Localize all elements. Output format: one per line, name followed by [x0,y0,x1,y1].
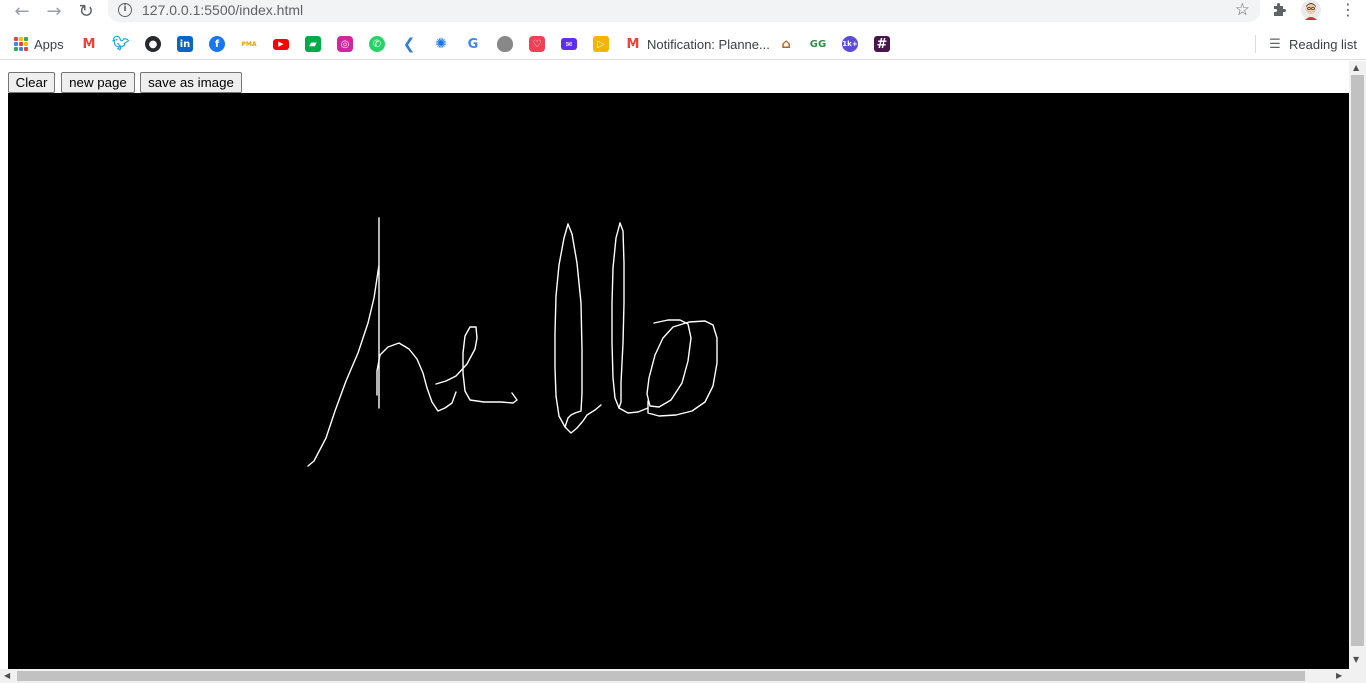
bookmark-kite[interactable]: ❮ [401,33,417,55]
youtube-icon: ▶ [273,38,289,50]
bookmark-apps[interactable]: Apps [14,33,64,55]
handwriting-stroke-h-ascender [307,217,380,467]
browser-toolbar: ← → ↻ i 127.0.0.1:5500/index.html ☆ ⋮ [0,0,1366,24]
apps-label: Apps [34,36,64,52]
vertical-scrollbar[interactable]: ▲ ▼ [1349,61,1366,669]
handwriting-stroke-l1 [564,223,602,434]
handwriting-stroke-e [435,326,518,404]
bookmark-temple[interactable]: ⌂ [778,33,794,55]
reading-list-button[interactable]: ☰ Reading list [1267,33,1357,55]
new-page-button[interactable]: new page [61,72,135,93]
gmail-icon: M [81,36,97,52]
temple-icon: ⌂ [778,36,794,52]
bookmark-geeksforgeeks[interactable]: GG [810,33,826,55]
url-text: 127.0.0.1:5500/index.html [142,2,304,18]
bookmark-pma[interactable]: PMA [241,33,257,55]
linkedin-icon: in [177,36,193,52]
address-bar[interactable]: i 127.0.0.1:5500/index.html ☆ [108,0,1260,22]
bookmark-facebook[interactable]: f [209,33,225,55]
whatsapp-icon: ✆ [369,36,385,52]
site-info-icon[interactable]: i [118,3,132,17]
forward-arrow-icon[interactable]: → [42,0,66,22]
slack-icon: # [874,36,890,52]
bookmark-slides[interactable]: ▷ [593,33,609,55]
facebook-icon: f [209,36,225,52]
scroll-right-arrow-icon[interactable]: ▶ [1336,671,1342,680]
extensions-puzzle-icon[interactable] [1271,1,1288,22]
notification-label: Notification: Planne... [647,36,770,52]
gmail-notification-icon: M [625,36,641,52]
horizontal-scroll-thumb[interactable] [17,671,1305,681]
bookmark-mail[interactable]: ✉ [561,33,577,55]
save-as-image-button[interactable]: save as image [140,72,242,93]
mail-envelope-icon: ✉ [561,38,577,50]
apps-grid-icon [14,37,28,51]
leetcode-badge-icon: 1k+ [842,36,858,52]
bookmark-youtube[interactable]: ▶ [273,33,289,55]
google-icon: G [465,36,481,52]
slides-icon: ▷ [593,36,609,52]
bookmark-whatsapp[interactable]: ✆ [369,33,385,55]
bookmark-apple[interactable] [497,33,513,55]
handwriting-stroke-l2 [611,222,649,414]
bookmark-google[interactable]: G [465,33,481,55]
bookmark-instagram[interactable]: ◎ [337,33,353,55]
bookmark-pocket[interactable]: ♡ [529,33,545,55]
kite-icon: ❮ [401,35,417,53]
clear-button[interactable]: Clear [8,72,55,93]
bookmark-star-icon[interactable]: ☆ [1235,0,1250,20]
reload-icon[interactable]: ↻ [74,0,98,22]
back-arrow-icon[interactable]: ← [10,0,34,22]
twitter-icon: 🐦︎ [112,36,130,52]
bookmarks-divider [1255,35,1256,53]
bookmark-slack[interactable]: # [874,33,890,55]
bookmark-github[interactable]: ● [145,33,161,55]
handwriting-stroke-h-arch [376,342,457,412]
pma-icon: PMA [241,36,257,52]
bookmarks-bar: Apps M 🐦︎ ● in f PMA ▶ ▰ ◎ ✆ ❮ ✺ G ♡ ✉ ▷… [0,29,1366,60]
menu-kebab-icon[interactable]: ⋮ [1340,0,1356,19]
scroll-up-arrow-icon[interactable]: ▲ [1353,63,1359,72]
bookmark-linkedin[interactable]: in [177,33,193,55]
handwriting-stroke-l1-left [554,223,569,428]
apple-icon [497,36,513,52]
bookmark-bulb[interactable]: ✺ [433,33,449,55]
handwriting-stroke-o-outer [646,319,718,417]
bookmark-notification[interactable]: M Notification: Planne... [625,33,770,55]
scroll-down-arrow-icon[interactable]: ▼ [1353,655,1359,664]
google-meet-icon: ▰ [305,36,321,52]
horizontal-scrollbar[interactable]: ◀ ▶ [0,669,1366,683]
instagram-icon: ◎ [337,36,353,52]
profile-avatar-icon[interactable] [1301,0,1321,24]
pocket-icon: ♡ [529,36,545,52]
drawing-canvas[interactable] [8,93,1349,669]
bookmark-google-meet[interactable]: ▰ [305,33,321,55]
scroll-left-arrow-icon[interactable]: ◀ [4,671,10,680]
geeksforgeeks-icon: GG [810,36,826,52]
drawing-canvas-strokes [307,217,718,467]
bookmark-twitter[interactable]: 🐦︎ [112,33,130,55]
bookmark-gmail[interactable]: M [81,33,97,55]
lightbulb-icon: ✺ [433,36,449,52]
reading-list-label: Reading list [1289,36,1357,52]
github-icon: ● [145,36,161,52]
bookmark-leetcode[interactable]: 1k+ [842,33,858,55]
vertical-scroll-thumb[interactable] [1351,75,1364,646]
reading-list-icon: ☰ [1267,36,1283,52]
handwriting-stroke-l2-right [618,222,625,409]
